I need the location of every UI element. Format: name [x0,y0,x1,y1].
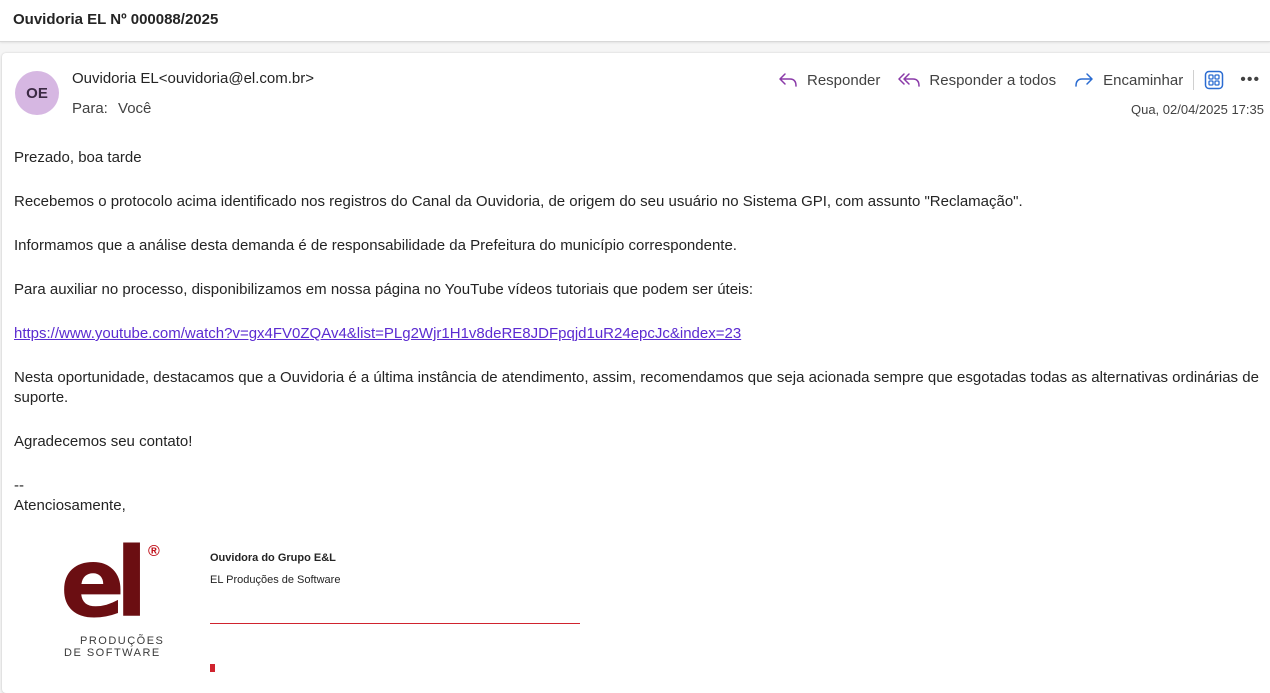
recipient-name[interactable]: Você [118,100,151,117]
sender-name: Ouvidoria EL [72,70,159,87]
closing: Atenciosamente, [14,497,126,514]
reply-all-label: Responder a todos [929,71,1057,89]
youtube-link[interactable]: https://www.youtube.com/watch?v=gx4FV0ZQ… [14,325,741,342]
forward-button[interactable]: Encaminhar [1074,72,1183,89]
subject-bar: Ouvidoria EL Nº 000088/2025 [0,0,1270,42]
phone-icon [210,664,215,672]
signature-name: Ouvidora do Grupo E&L [210,552,336,564]
body-paragraph-3: Para auxiliar no processo, disponibiliza… [14,281,754,298]
reply-icon [779,73,797,87]
company-logo: el ® PRODUÇÕES DE SOFTWARE [60,535,170,673]
signature-block: Ouvidora do Grupo E&L EL Produções de So… [210,552,340,586]
message-actions: Responder Responder a todos Encaminhar •… [778,68,1264,92]
signature-divider [210,623,580,624]
more-icon: ••• [1240,71,1261,88]
forward-icon [1075,73,1093,87]
email-subject: Ouvidoria EL Nº 000088/2025 [13,11,219,28]
reply-all-icon [898,73,921,87]
logo-line-2: DE SOFTWARE [64,647,161,659]
body-paragraph-4: Nesta oportunidade, destacamos que a Ouv… [14,369,1259,406]
logo-line-1: PRODUÇÕES [80,635,165,647]
body-paragraph-5: Agradecemos seu contato! [14,433,193,450]
email-message-card: OE Ouvidoria EL<ouvidoria@el.com.br> Par… [2,53,1270,693]
apps-icon [1204,70,1224,90]
actions-divider [1193,70,1195,90]
registered-mark: ® [148,543,160,560]
recipient-line: Para: Você [72,100,151,117]
recipient-label: Para: [72,100,108,117]
body-paragraph-2: Informamos que a análise desta demanda é… [14,237,737,254]
reply-all-button[interactable]: Responder a todos [898,72,1056,89]
forward-label: Encaminhar [1103,71,1184,89]
email-body: Prezado, boa tarde Recebemos o protocolo… [14,148,1270,516]
reply-button[interactable]: Responder [778,72,880,89]
greeting: Prezado, boa tarde [14,149,142,166]
avatar-initials: OE [26,84,48,102]
body-paragraph-1: Recebemos o protocolo acima identificado… [14,193,1023,210]
signature-company: EL Produções de Software [210,574,341,586]
apps-button[interactable] [1200,68,1228,92]
signature-separator: -- [14,477,24,494]
sender-line[interactable]: Ouvidoria EL<ouvidoria@el.com.br> [72,70,314,87]
sender-email: <ouvidoria@el.com.br> [158,70,315,87]
received-date: Qua, 02/04/2025 17:35 [1130,102,1264,117]
reply-label: Responder [807,71,881,89]
logo-mark: el [60,527,148,639]
more-actions-button[interactable]: ••• [1236,68,1264,92]
sender-avatar[interactable]: OE [15,71,59,115]
